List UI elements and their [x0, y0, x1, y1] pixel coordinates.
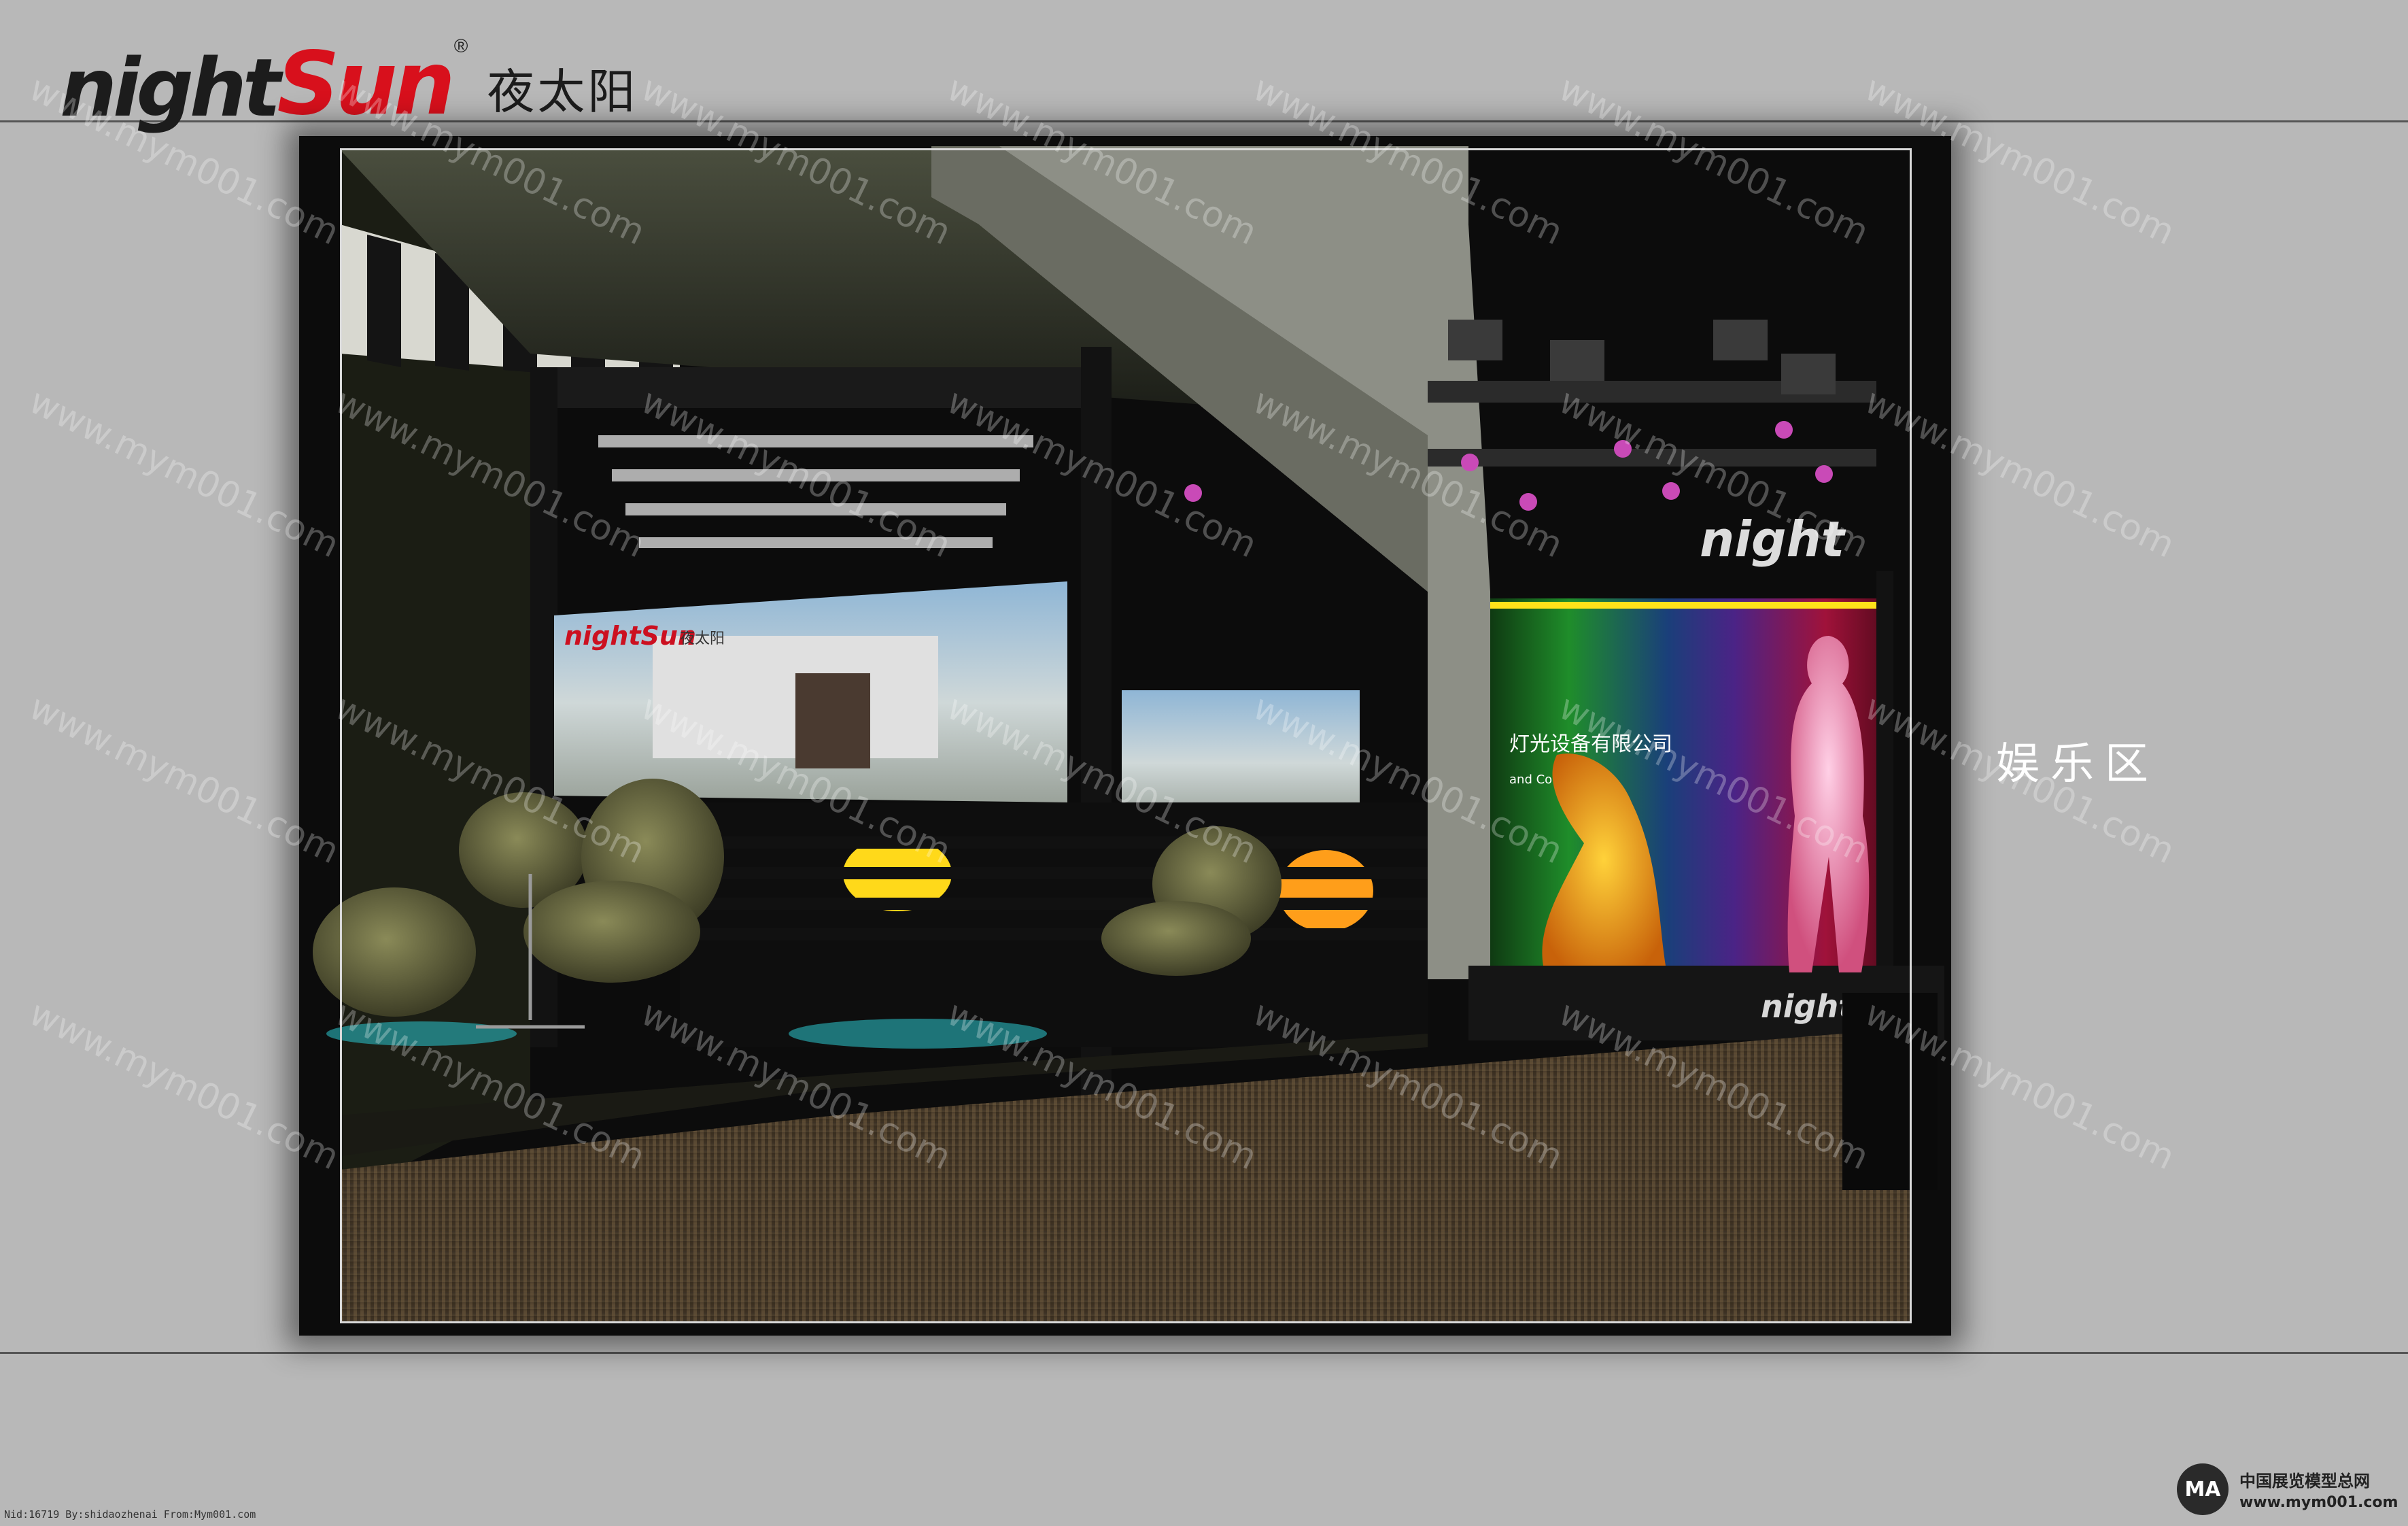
site-logo-icon: MA — [2177, 1463, 2229, 1515]
render-frame-border — [340, 148, 1912, 1323]
file-info: Nid:16719 By:shidaozhenai From:Mym001.co… — [4, 1508, 256, 1521]
footer-site-brand[interactable]: MA 中国展览模型总网 www.mym001.com — [2177, 1463, 2398, 1515]
site-url[interactable]: www.mym001.com — [2239, 1494, 2398, 1511]
site-name: 中国展览模型总网 — [2239, 1472, 2370, 1491]
zone-label: 娱乐区 — [1996, 739, 2159, 790]
